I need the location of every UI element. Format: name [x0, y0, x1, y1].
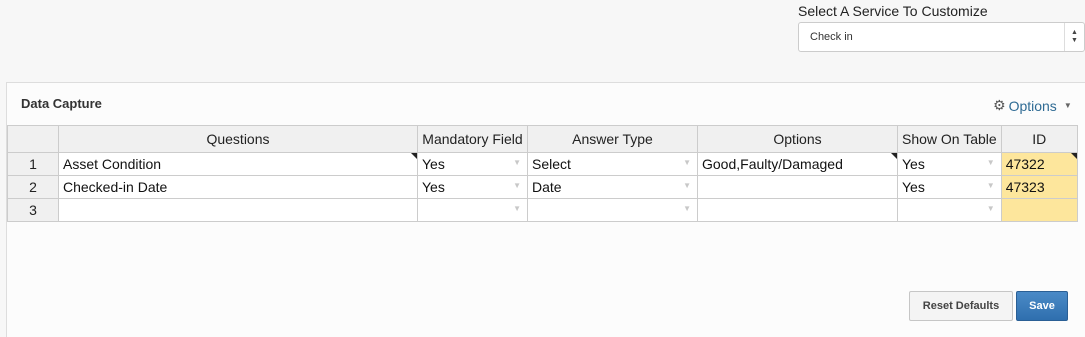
cell-corner-marker-icon	[891, 153, 897, 159]
answer-type-cell[interactable]: Select ▼	[527, 152, 698, 176]
id-text: 47322	[1005, 156, 1045, 172]
cell-corner-marker-icon	[1070, 153, 1077, 159]
options-cell[interactable]: Good,Faulty/Damaged	[697, 152, 898, 176]
options-label: Options	[1008, 97, 1057, 114]
id-cell[interactable]: 47323	[1000, 175, 1078, 199]
answer-type-text: Date	[532, 179, 562, 195]
dropdown-arrow-icon[interactable]: ▼	[683, 204, 691, 213]
mandatory-text: Yes	[422, 179, 445, 195]
options-text: Good,Faulty/Damaged	[702, 156, 843, 172]
column-header-mandatory-field[interactable]: Mandatory Field	[417, 125, 528, 153]
options-cell[interactable]	[697, 175, 898, 199]
table-row: 1 Asset Condition Yes ▼ Select ▼ Good,Faul…	[7, 152, 1078, 176]
column-header-questions[interactable]: Questions	[58, 125, 418, 153]
question-cell[interactable]: Checked-in Date	[58, 175, 418, 199]
dropdown-arrow-icon[interactable]: ▼	[513, 181, 521, 190]
dropdown-arrow-icon[interactable]: ▼	[513, 158, 521, 167]
mandatory-text: Yes	[422, 156, 445, 172]
question-text: Checked-in Date	[63, 179, 168, 195]
id-cell[interactable]	[1000, 198, 1078, 222]
dropdown-arrow-icon[interactable]: ▼	[683, 158, 691, 167]
question-cell[interactable]: Asset Condition	[58, 152, 418, 176]
dropdown-arrow-icon[interactable]: ▼	[987, 158, 995, 167]
service-selector-label: Select A Service To Customize	[798, 3, 988, 19]
options-cell[interactable]	[697, 198, 898, 222]
column-header-options[interactable]: Options	[697, 125, 898, 153]
column-header-id[interactable]: ID	[1000, 125, 1078, 153]
dropdown-arrow-icon[interactable]: ▼	[513, 204, 521, 213]
show-on-table-cell[interactable]: Yes ▼	[897, 175, 1002, 199]
reset-defaults-button[interactable]: Reset Defaults	[909, 291, 1013, 321]
mandatory-cell[interactable]: ▼	[417, 198, 528, 222]
grid-header-row: Questions Mandatory Field Answer Type Op…	[7, 125, 1078, 153]
answer-type-cell[interactable]: ▼	[527, 198, 698, 222]
show-on-table-cell[interactable]: Yes ▼	[897, 152, 1002, 176]
row-number[interactable]: 1	[7, 152, 59, 176]
answer-type-cell[interactable]: Date ▼	[527, 175, 698, 199]
dropdown-arrow-icon[interactable]: ▼	[683, 181, 691, 190]
question-text: Asset Condition	[63, 156, 162, 172]
mandatory-cell[interactable]: Yes ▼	[417, 152, 528, 176]
panel-title: Data Capture	[21, 96, 102, 111]
questions-grid: Questions Mandatory Field Answer Type Op…	[7, 125, 1078, 222]
table-row: 3 ▼ ▼ ▼	[7, 198, 1078, 222]
id-text: 47323	[1005, 179, 1045, 195]
options-menu-button[interactable]: ⚙ Options ▼	[993, 97, 1072, 114]
gear-icon: ⚙	[993, 97, 1006, 113]
column-header-answer-type[interactable]: Answer Type	[527, 125, 698, 153]
mandatory-cell[interactable]: Yes ▼	[417, 175, 528, 199]
service-select-value: Check in	[810, 31, 853, 43]
save-button[interactable]: Save	[1016, 291, 1068, 321]
question-cell[interactable]	[58, 198, 418, 222]
row-number[interactable]: 2	[7, 175, 59, 199]
cell-corner-marker-icon	[411, 153, 417, 159]
row-number[interactable]: 3	[7, 198, 59, 222]
table-row: 2 Checked-in Date Yes ▼ Date ▼ Yes ▼ 47323	[7, 175, 1078, 199]
show-on-table-text: Yes	[902, 179, 925, 195]
column-header-show-on-table[interactable]: Show On Table	[897, 125, 1002, 153]
caret-down-icon: ▼	[1063, 101, 1072, 110]
up-down-arrows-icon: ▲ ▼	[1064, 23, 1084, 51]
show-on-table-text: Yes	[902, 156, 925, 172]
service-select[interactable]: Check in ▲ ▼	[798, 22, 1085, 52]
answer-type-text: Select	[532, 156, 571, 172]
dropdown-arrow-icon[interactable]: ▼	[987, 181, 995, 190]
dropdown-arrow-icon[interactable]: ▼	[987, 204, 995, 213]
id-cell[interactable]: 47322	[1000, 152, 1078, 176]
show-on-table-cell[interactable]: ▼	[897, 198, 1002, 222]
corner-header	[7, 125, 59, 153]
